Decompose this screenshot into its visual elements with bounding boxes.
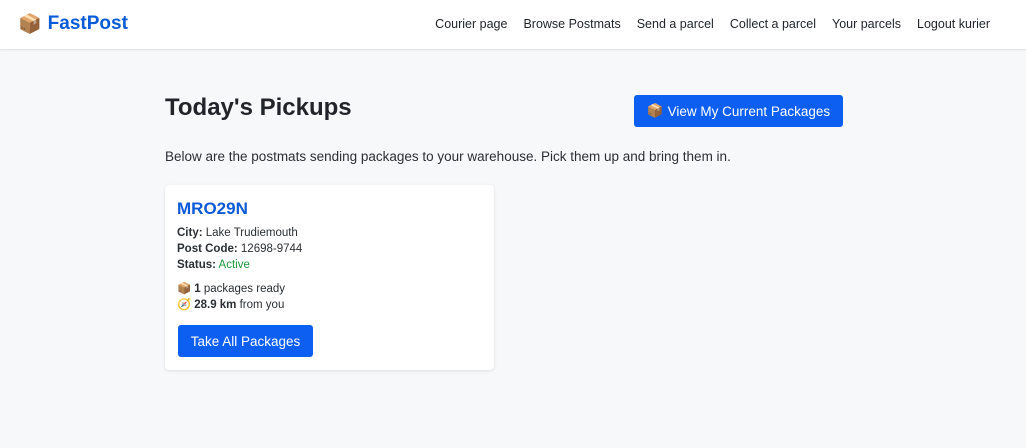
take-all-packages-button[interactable]: Take All Packages (178, 325, 313, 357)
page-title: Today's Pickups (165, 94, 352, 121)
status-badge: Active (218, 259, 250, 271)
intro-text: Below are the postmats sending packages … (165, 149, 731, 164)
nav-collect-parcel[interactable]: Collect a parcel (730, 17, 816, 31)
distance-row: 🧭 28.9 km from you (177, 297, 284, 311)
postmat-postcode-row: Post Code: 12698-9744 (177, 243, 302, 255)
view-current-packages-label: View My Current Packages (667, 103, 831, 119)
packages-text: packages ready (203, 283, 286, 295)
status-label: Status: (177, 259, 216, 271)
nav-send-parcel[interactable]: Send a parcel (637, 17, 714, 31)
compass-icon: 🧭 (177, 299, 192, 311)
post-code-value: 12698-9744 (240, 243, 303, 255)
package-icon: 📦 (646, 103, 664, 118)
brand-logo[interactable]: 📦 FastPost (18, 12, 128, 36)
postmat-city-row: City: Lake Trudiemouth (177, 227, 298, 239)
postmat-code: MRO29N (177, 199, 248, 218)
nav-logout[interactable]: Logout kurier (917, 17, 990, 31)
nav-menu: Courier page Browse Postmats Send a parc… (435, 17, 990, 31)
city-value: Lake Trudiemouth (205, 227, 298, 239)
distance-text: from you (239, 299, 285, 311)
distance-value: 28.9 km (194, 299, 237, 311)
nav-courier-page[interactable]: Courier page (435, 17, 507, 31)
view-current-packages-button[interactable]: 📦 View My Current Packages (634, 95, 843, 127)
postmat-card: MRO29N City: Lake Trudiemouth Post Code:… (165, 185, 494, 370)
postmat-status-row: Status: Active (177, 259, 250, 271)
packages-ready-row: 📦 1 packages ready (177, 281, 285, 295)
packages-count: 1 (194, 283, 201, 295)
brand-name: FastPost (47, 13, 128, 34)
package-icon: 📦 (18, 14, 42, 35)
nav-your-parcels[interactable]: Your parcels (832, 17, 901, 31)
package-icon: 📦 (177, 283, 192, 295)
city-label: City: (177, 227, 203, 239)
post-code-label: Post Code: (177, 243, 238, 255)
nav-browse-postmats[interactable]: Browse Postmats (523, 17, 620, 31)
top-navbar: 📦 FastPost Courier page Browse Postmats … (0, 0, 1026, 50)
